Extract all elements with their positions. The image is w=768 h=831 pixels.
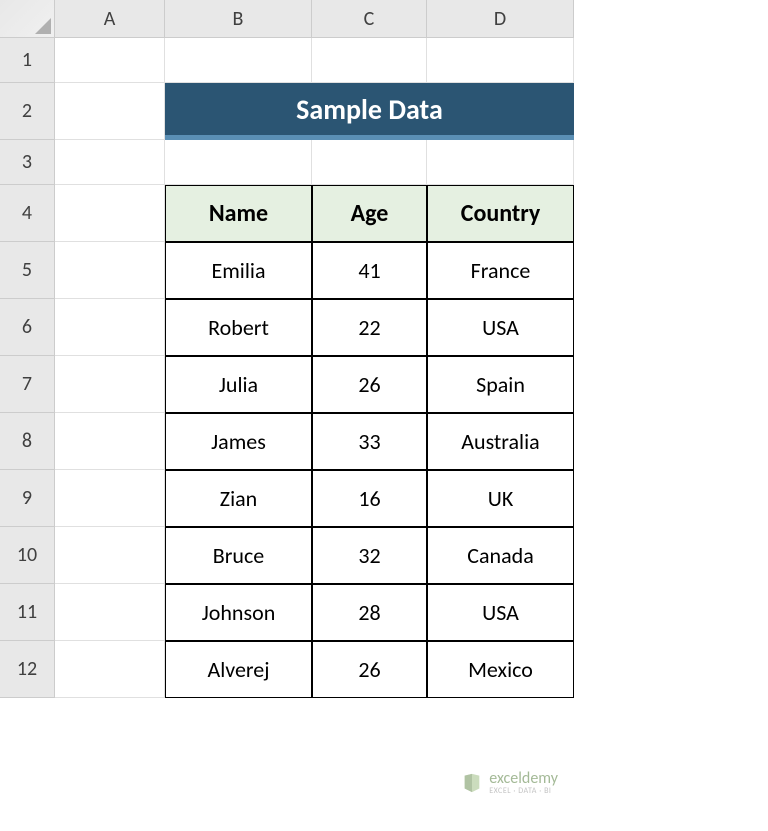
row-header-1[interactable]: 1: [0, 38, 55, 83]
exceldemy-logo-icon: [461, 772, 483, 794]
row-header-8[interactable]: 8: [0, 413, 55, 470]
cell-d3[interactable]: [427, 140, 574, 185]
cell-c6[interactable]: 22: [312, 299, 427, 356]
cell-d1[interactable]: [427, 38, 574, 83]
col-header-a[interactable]: A: [55, 0, 165, 38]
row-header-5[interactable]: 5: [0, 242, 55, 299]
table-header-age[interactable]: Age: [312, 185, 427, 242]
cell-b10[interactable]: Bruce: [165, 527, 312, 584]
table-header-country[interactable]: Country: [427, 185, 574, 242]
cell-a8[interactable]: [55, 413, 165, 470]
watermark-text-wrap: exceldemy EXCEL · DATA · BI: [489, 769, 558, 796]
cell-c8[interactable]: 33: [312, 413, 427, 470]
watermark: exceldemy EXCEL · DATA · BI: [461, 769, 558, 796]
row-header-3[interactable]: 3: [0, 140, 55, 185]
table-header-name[interactable]: Name: [165, 185, 312, 242]
title-merged-cell[interactable]: Sample Data: [165, 83, 574, 140]
cell-c1[interactable]: [312, 38, 427, 83]
cell-a9[interactable]: [55, 470, 165, 527]
select-all-corner[interactable]: [0, 0, 55, 38]
cell-b9[interactable]: Zian: [165, 470, 312, 527]
row-header-12[interactable]: 12: [0, 641, 55, 698]
row-header-10[interactable]: 10: [0, 527, 55, 584]
cell-c9[interactable]: 16: [312, 470, 427, 527]
col-header-d[interactable]: D: [427, 0, 574, 38]
cell-a3[interactable]: [55, 140, 165, 185]
cell-c3[interactable]: [312, 140, 427, 185]
spreadsheet-grid: A B C D 1 2 Sample Data 3 4 Name Age Cou…: [0, 0, 768, 698]
cell-b6[interactable]: Robert: [165, 299, 312, 356]
cell-b7[interactable]: Julia: [165, 356, 312, 413]
cell-b12[interactable]: Alverej: [165, 641, 312, 698]
cell-d8[interactable]: Australia: [427, 413, 574, 470]
cell-a2[interactable]: [55, 83, 165, 140]
cell-d9[interactable]: UK: [427, 470, 574, 527]
cell-a1[interactable]: [55, 38, 165, 83]
cell-a5[interactable]: [55, 242, 165, 299]
cell-d10[interactable]: Canada: [427, 527, 574, 584]
cell-c11[interactable]: 28: [312, 584, 427, 641]
cell-a4[interactable]: [55, 185, 165, 242]
row-header-9[interactable]: 9: [0, 470, 55, 527]
cell-c10[interactable]: 32: [312, 527, 427, 584]
cell-b1[interactable]: [165, 38, 312, 83]
cell-a7[interactable]: [55, 356, 165, 413]
col-header-b[interactable]: B: [165, 0, 312, 38]
cell-c12[interactable]: 26: [312, 641, 427, 698]
cell-a6[interactable]: [55, 299, 165, 356]
row-header-11[interactable]: 11: [0, 584, 55, 641]
cell-d6[interactable]: USA: [427, 299, 574, 356]
row-header-7[interactable]: 7: [0, 356, 55, 413]
cell-b3[interactable]: [165, 140, 312, 185]
cell-b8[interactable]: James: [165, 413, 312, 470]
cell-c5[interactable]: 41: [312, 242, 427, 299]
cell-d11[interactable]: USA: [427, 584, 574, 641]
cell-b5[interactable]: Emilia: [165, 242, 312, 299]
col-header-c[interactable]: C: [312, 0, 427, 38]
cell-d5[interactable]: France: [427, 242, 574, 299]
cell-d7[interactable]: Spain: [427, 356, 574, 413]
cell-a12[interactable]: [55, 641, 165, 698]
cell-d12[interactable]: Mexico: [427, 641, 574, 698]
cell-a10[interactable]: [55, 527, 165, 584]
cell-b11[interactable]: Johnson: [165, 584, 312, 641]
cell-a11[interactable]: [55, 584, 165, 641]
cell-c7[interactable]: 26: [312, 356, 427, 413]
watermark-sub: EXCEL · DATA · BI: [489, 786, 558, 796]
row-header-2[interactable]: 2: [0, 83, 55, 140]
row-header-6[interactable]: 6: [0, 299, 55, 356]
row-header-4[interactable]: 4: [0, 185, 55, 242]
